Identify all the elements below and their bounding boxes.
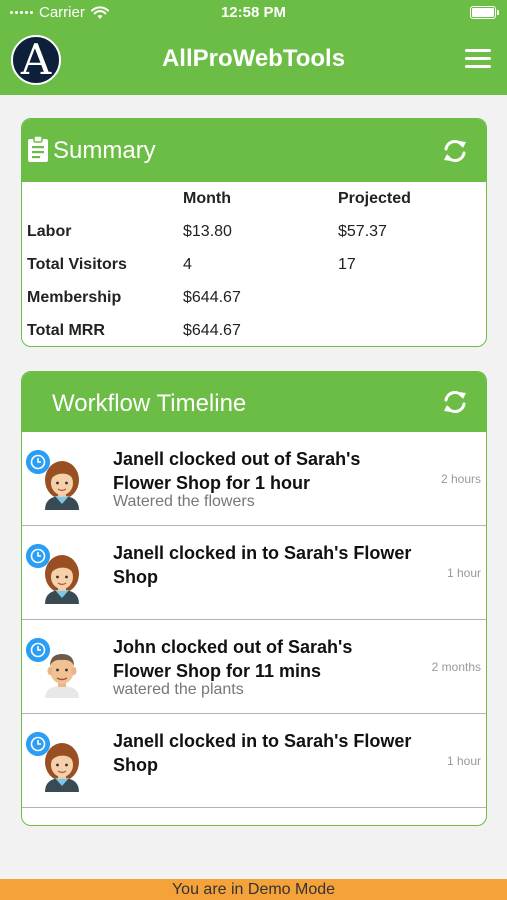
- clock-icon: [26, 638, 50, 662]
- app-title: AllProWebTools: [161, 45, 346, 72]
- summary-row: Total MRR $644.67: [22, 322, 486, 346]
- row-projected: 17: [338, 256, 356, 273]
- workflow-header: Workflow Timeline: [22, 372, 486, 432]
- column-projected: Projected: [338, 190, 411, 207]
- summary-card: Summary Month Projected Labor $13.80 $57…: [21, 118, 487, 347]
- timeline-note: watered the plants: [113, 681, 244, 698]
- summary-row: Total Visitors 4 17: [22, 256, 486, 280]
- timeline-time: 2 hours: [440, 471, 481, 486]
- row-label: Total Visitors: [27, 256, 127, 273]
- timeline-item[interactable]: Janell clocked in to Sarah's Flower Shop…: [22, 714, 486, 808]
- clock-icon: [26, 450, 50, 474]
- refresh-icon[interactable]: [442, 389, 468, 415]
- status-time: 12:58 PM: [220, 4, 287, 21]
- clipboard-icon: [28, 136, 48, 162]
- clock-icon: [26, 544, 50, 568]
- row-month: $13.80: [183, 223, 232, 240]
- top-bar: Carrier 12:58 PM A AllProWebTools: [0, 0, 507, 95]
- row-label: Total MRR: [27, 322, 105, 339]
- timeline-note: Watered the flowers: [113, 493, 255, 510]
- row-label: Labor: [27, 223, 72, 240]
- refresh-icon[interactable]: [442, 138, 468, 164]
- timeline-text: Janell clocked out of Sarah's Flower Sho…: [113, 449, 361, 493]
- timeline-time: 1 hour: [446, 565, 481, 580]
- timeline-time: 2 months: [431, 659, 481, 674]
- summary-title: Summary: [53, 137, 156, 164]
- summary-header-row: Month Projected: [22, 190, 486, 214]
- row-label: Membership: [27, 289, 122, 306]
- menu-icon[interactable]: [465, 49, 491, 69]
- timeline-item[interactable]: John clocked out of Sarah's Flower Shop …: [22, 620, 486, 714]
- clock-icon: [26, 732, 50, 756]
- row-month: $644.67: [183, 322, 241, 339]
- summary-row: Labor $13.80 $57.37: [22, 223, 486, 247]
- status-bar: Carrier 12:58 PM: [0, 0, 507, 26]
- column-month: Month: [183, 190, 231, 207]
- timeline-item[interactable]: Janell clocked out of Sarah's Flower Sho…: [22, 432, 486, 526]
- row-month: $644.67: [183, 289, 241, 306]
- workflow-title: Workflow Timeline: [52, 390, 247, 417]
- timeline-item[interactable]: Janell clocked in to Sarah's Flower Shop…: [22, 526, 486, 620]
- timeline-text: Janell clocked in to Sarah's Flower Shop: [113, 543, 412, 587]
- row-projected: $57.37: [338, 223, 387, 240]
- timeline-time: 1 hour: [446, 753, 481, 768]
- timeline-text: John clocked out of Sarah's Flower Shop …: [113, 637, 353, 681]
- battery-icon: [470, 6, 499, 19]
- workflow-card: Workflow Timeline Janell clocked out of …: [21, 371, 487, 826]
- row-month: 4: [183, 256, 192, 273]
- demo-mode-banner: You are in Demo Mode: [0, 879, 507, 900]
- timeline-text: Janell clocked in to Sarah's Flower Shop: [113, 731, 412, 775]
- summary-row: Membership $644.67: [22, 289, 486, 313]
- summary-header: Summary: [22, 119, 486, 182]
